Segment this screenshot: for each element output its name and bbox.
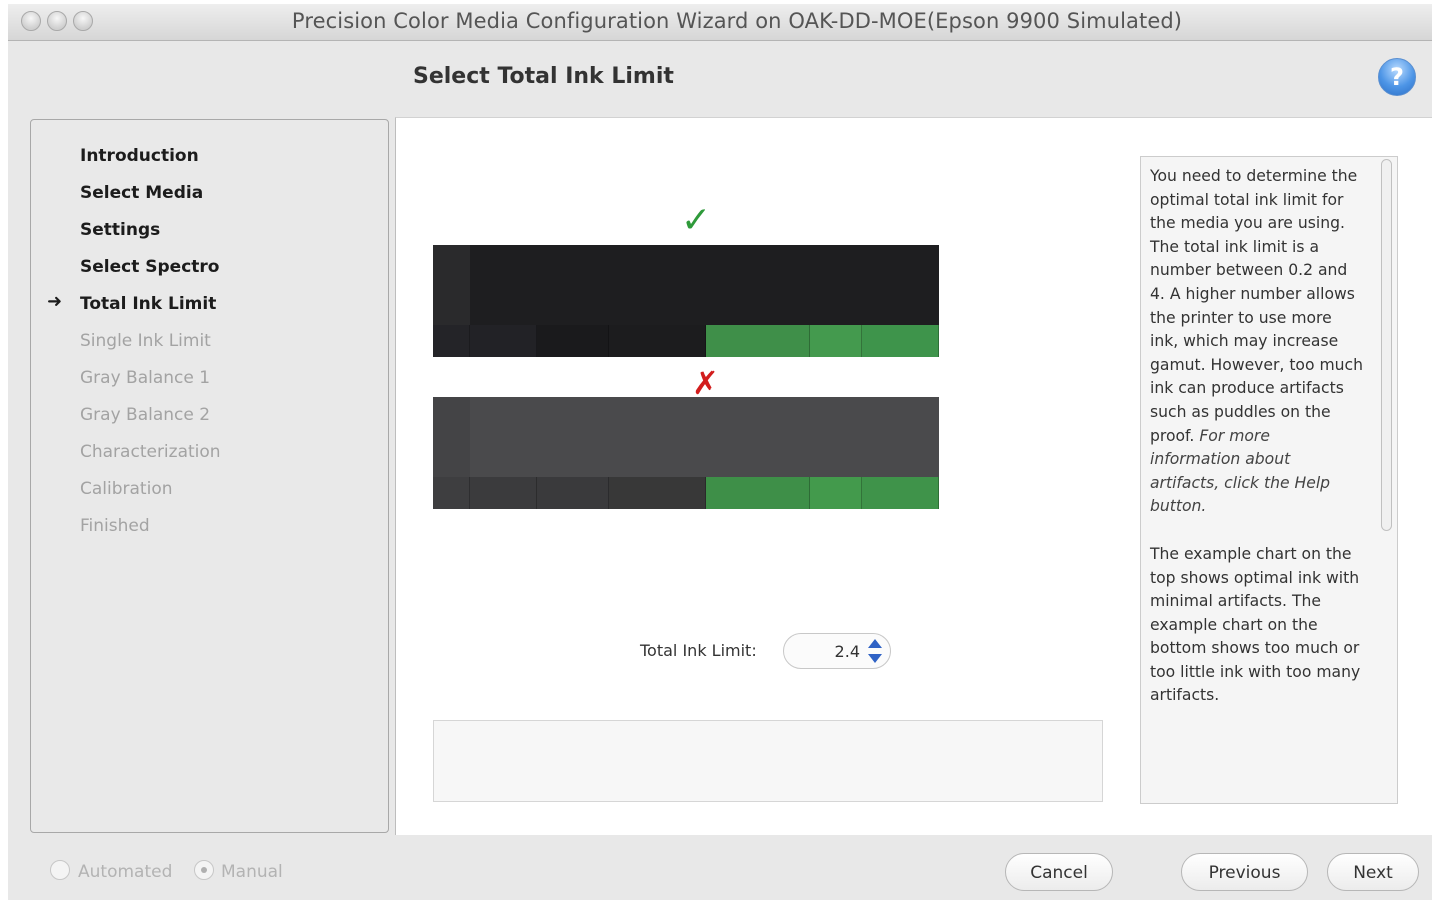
wizard-step-settings: Settings bbox=[80, 220, 161, 240]
color-patch bbox=[706, 477, 810, 509]
color-patch bbox=[537, 325, 609, 357]
color-patch bbox=[609, 325, 706, 357]
total-ink-limit-label: Total Ink Limit: bbox=[640, 641, 757, 660]
scrollbar-thumb[interactable] bbox=[1381, 159, 1392, 531]
wizard-step-gray-balance-1: Gray Balance 1 bbox=[80, 368, 211, 388]
title-bar: Precision Color Media Configuration Wiza… bbox=[8, 4, 1432, 41]
manual-radio[interactable] bbox=[194, 860, 214, 880]
message-area bbox=[433, 720, 1103, 802]
color-patch bbox=[810, 325, 862, 357]
wizard-step-select-spectro: Select Spectro bbox=[80, 257, 220, 277]
cancel-button[interactable]: Cancel bbox=[1005, 853, 1113, 891]
color-patch bbox=[433, 477, 470, 509]
total-ink-limit-stepper[interactable]: 2.4 bbox=[783, 633, 891, 669]
previous-button[interactable]: Previous bbox=[1181, 853, 1308, 891]
page-title: Select Total Ink Limit bbox=[413, 64, 674, 89]
wizard-step-finished: Finished bbox=[80, 516, 150, 536]
next-button[interactable]: Next bbox=[1327, 853, 1419, 891]
current-step-arrow-icon: ➜ bbox=[47, 291, 63, 312]
instructions-text: You need to determine the optimal total … bbox=[1150, 165, 1364, 732]
instructions-panel: You need to determine the optimal total … bbox=[1140, 156, 1398, 804]
color-patch bbox=[810, 477, 862, 509]
checkmark-icon: ✓ bbox=[681, 200, 712, 241]
wizard-window: Precision Color Media Configuration Wiza… bbox=[8, 4, 1432, 900]
instructions-paragraph: You need to determine the optimal total … bbox=[1150, 165, 1364, 519]
automated-label[interactable]: Automated bbox=[78, 862, 172, 882]
optimal-example-chart bbox=[433, 245, 939, 357]
wizard-step-select-media: Select Media bbox=[80, 183, 204, 203]
decrement-arrow-icon[interactable] bbox=[868, 654, 882, 663]
optimal-patch-row bbox=[433, 325, 939, 357]
window-title: Precision Color Media Configuration Wiza… bbox=[291, 9, 1183, 33]
bad-example-chart bbox=[433, 397, 939, 509]
increment-arrow-icon[interactable] bbox=[868, 639, 882, 648]
wizard-step-single-ink-limit: Single Ink Limit bbox=[80, 331, 211, 351]
wizard-step-characterization: Characterization bbox=[80, 442, 221, 462]
color-patch bbox=[433, 325, 470, 357]
bad-patch-row bbox=[433, 477, 939, 509]
color-patch bbox=[862, 477, 939, 509]
color-patch bbox=[537, 477, 609, 509]
wizard-step-total-ink-limit: Total Ink Limit bbox=[80, 294, 217, 314]
color-patch bbox=[470, 325, 537, 357]
stepper-arrows-icon[interactable] bbox=[868, 639, 882, 663]
instructions-scrollbar[interactable] bbox=[1379, 159, 1394, 801]
color-patch bbox=[862, 325, 939, 357]
total-ink-limit-value[interactable]: 2.4 bbox=[835, 642, 860, 661]
color-patch bbox=[609, 477, 706, 509]
automated-radio[interactable] bbox=[50, 860, 70, 880]
wizard-step-calibration: Calibration bbox=[80, 479, 173, 499]
color-patch bbox=[706, 325, 810, 357]
wizard-step-gray-balance-2: Gray Balance 2 bbox=[80, 405, 211, 425]
help-icon[interactable]: ? bbox=[1378, 58, 1416, 96]
color-patch bbox=[470, 477, 537, 509]
manual-label[interactable]: Manual bbox=[221, 862, 283, 882]
instructions-paragraph-1: You need to determine the optimal total … bbox=[1150, 167, 1363, 445]
wizard-step-introduction: Introduction bbox=[80, 146, 199, 166]
wizard-steps-sidebar: ➜ Introduction Select Media Settings Select… bbox=[30, 119, 389, 833]
instructions-paragraph-2: The example chart on the top shows optim… bbox=[1150, 544, 1361, 705]
main-panel: ✓ ✗ Total Ink Limit: 2.4 You need to det… bbox=[395, 117, 1432, 835]
